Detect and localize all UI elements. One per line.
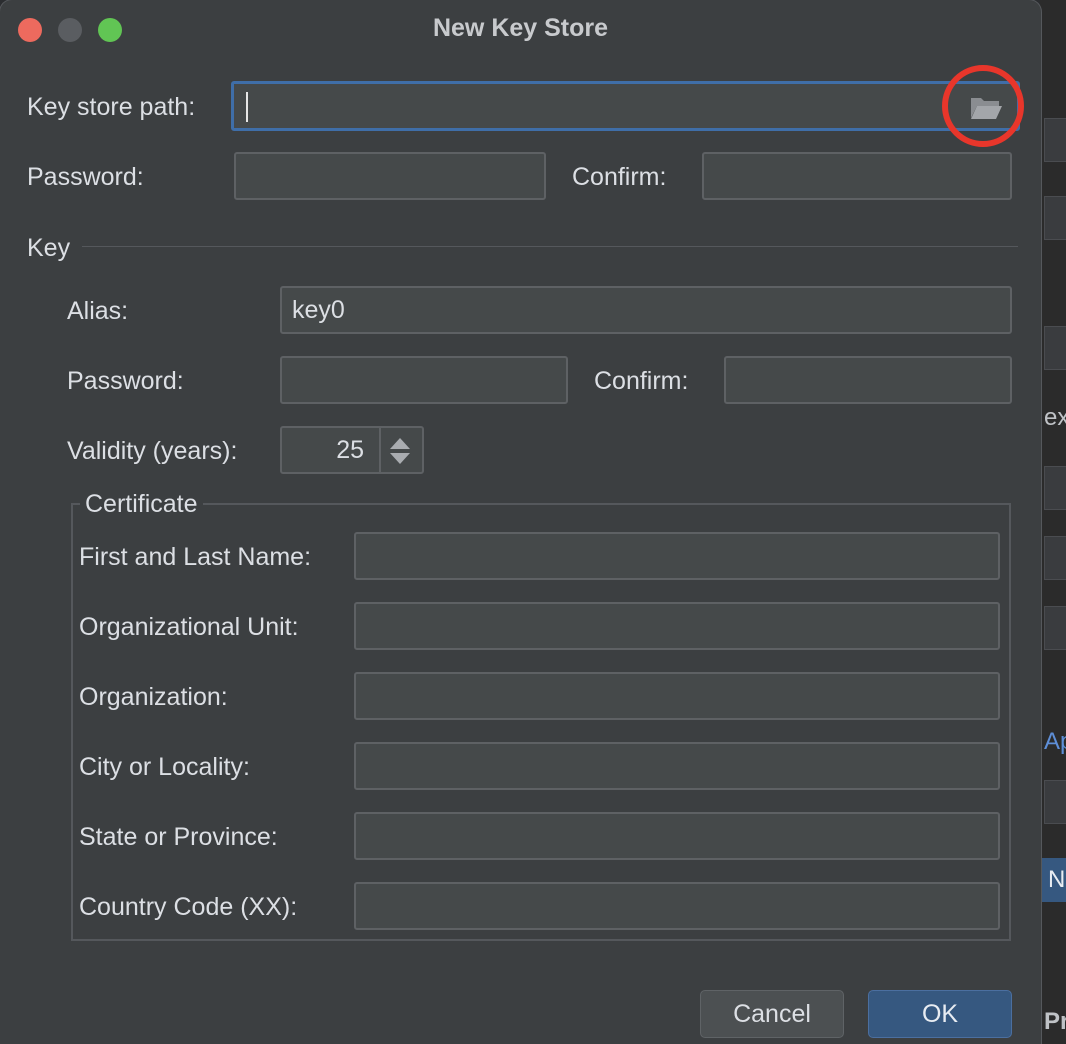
highlight-ring xyxy=(942,65,1024,147)
background-button: N xyxy=(1040,858,1066,902)
key-password-label: Password: xyxy=(67,367,184,395)
organizational-unit-label: Organizational Unit: xyxy=(79,613,299,641)
certificate-title: Certificate xyxy=(80,490,203,519)
state-province-label: State or Province: xyxy=(79,823,278,851)
background-text: exi xyxy=(1044,404,1066,431)
background-window: exi App N Pr xyxy=(1040,0,1066,1044)
city-locality-field[interactable] xyxy=(354,742,1000,790)
background-field xyxy=(1044,536,1066,580)
key-section-label: Key xyxy=(27,234,71,262)
alias-field[interactable]: key0 xyxy=(280,286,1012,334)
section-separator xyxy=(82,246,1018,247)
validity-value: 25 xyxy=(336,436,364,464)
validity-spinner[interactable]: 25 xyxy=(280,426,424,474)
background-field xyxy=(1044,118,1066,162)
keystore-password-field[interactable] xyxy=(234,152,546,200)
validity-label: Validity (years): xyxy=(67,437,238,465)
key-store-path-field[interactable] xyxy=(231,81,1020,131)
background-field xyxy=(1044,606,1066,650)
background-field xyxy=(1044,326,1066,370)
text-caret xyxy=(246,92,248,122)
organizational-unit-field[interactable] xyxy=(354,602,1000,650)
spinner-divider xyxy=(379,428,381,472)
ok-button[interactable]: OK xyxy=(868,990,1012,1038)
country-code-field[interactable] xyxy=(354,882,1000,930)
country-code-label: Country Code (XX): xyxy=(79,893,298,921)
keystore-password-label: Password: xyxy=(27,163,144,191)
background-text: Pr xyxy=(1044,1008,1066,1035)
title-bar: New Key Store xyxy=(0,0,1041,60)
spinner-up-arrow-icon[interactable] xyxy=(390,438,410,449)
background-field xyxy=(1044,196,1066,240)
first-last-name-field[interactable] xyxy=(354,532,1000,580)
key-confirm-field[interactable] xyxy=(724,356,1012,404)
city-locality-label: City or Locality: xyxy=(79,753,250,781)
organization-label: Organization: xyxy=(79,683,228,711)
cancel-button[interactable]: Cancel xyxy=(700,990,844,1038)
key-password-field[interactable] xyxy=(280,356,568,404)
key-store-path-label: Key store path: xyxy=(27,93,196,121)
background-field xyxy=(1044,780,1066,824)
new-key-store-dialog: New Key Store Key store path: Password: … xyxy=(0,0,1041,1044)
alias-value: key0 xyxy=(292,296,345,324)
state-province-field[interactable] xyxy=(354,812,1000,860)
dialog-title: New Key Store xyxy=(432,14,609,42)
keystore-confirm-field[interactable] xyxy=(702,152,1012,200)
background-field xyxy=(1044,466,1066,510)
background-link: App xyxy=(1044,728,1066,755)
key-confirm-label: Confirm: xyxy=(594,367,689,395)
organization-field[interactable] xyxy=(354,672,1000,720)
keystore-confirm-label: Confirm: xyxy=(572,163,667,191)
first-last-name-label: First and Last Name: xyxy=(79,543,312,571)
alias-label: Alias: xyxy=(67,297,129,325)
spinner-down-arrow-icon[interactable] xyxy=(390,453,410,464)
